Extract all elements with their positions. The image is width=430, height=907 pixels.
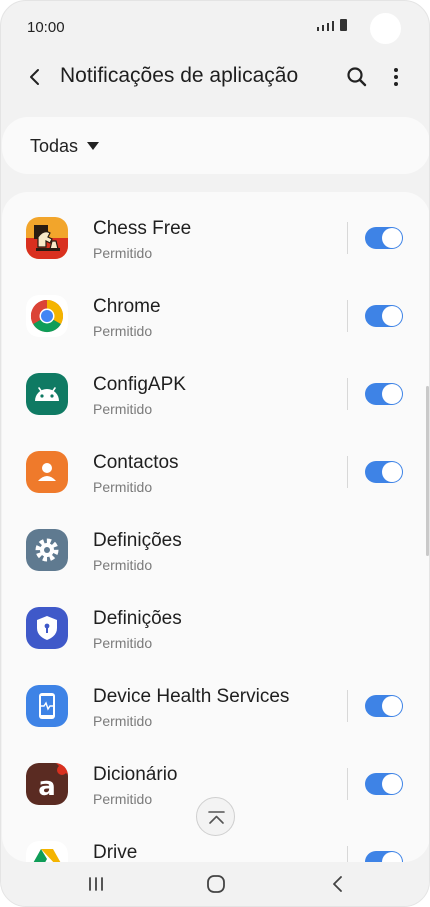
notification-toggle[interactable]	[365, 305, 403, 327]
app-bar: Notificações de aplicação	[1, 53, 429, 101]
app-list: Chess Free Permitido Chrome Permitido Co…	[2, 192, 429, 862]
notification-toggle[interactable]	[365, 851, 403, 862]
list-item[interactable]: Chrome Permitido	[2, 270, 429, 348]
app-name: Contactos	[93, 452, 179, 473]
contacts-icon	[26, 451, 68, 493]
page-title: Notificações de aplicação	[60, 64, 299, 87]
signal-bar	[322, 25, 324, 31]
device-health-icon	[26, 685, 68, 727]
android-icon	[26, 373, 68, 415]
list-item[interactable]: Definições Permitido	[2, 582, 429, 660]
app-status: Permitido	[93, 791, 153, 807]
app-status: Permitido	[93, 479, 153, 495]
app-status: Permitido	[93, 557, 153, 573]
signal-bar	[327, 23, 329, 31]
chrome-icon	[26, 295, 68, 337]
app-name: Dicionário	[93, 764, 178, 785]
signal-icon	[317, 27, 319, 31]
list-item[interactable]: Contactos Permitido	[2, 426, 429, 504]
divider	[347, 768, 348, 800]
toggle-knob	[382, 774, 402, 794]
app-status: Permitido	[93, 635, 153, 651]
app-status: Permitido	[93, 245, 153, 261]
settings-icon	[26, 529, 68, 571]
app-name: ConfigAPK	[93, 374, 186, 395]
toggle-knob	[382, 228, 402, 248]
home-button[interactable]	[205, 873, 227, 895]
search-icon	[347, 67, 367, 87]
toggle-knob	[382, 696, 402, 716]
recents-button[interactable]	[85, 873, 107, 895]
phone-screen: 10:00 Notificações de aplicação Todas Ch…	[0, 0, 430, 907]
divider	[347, 378, 348, 410]
divider	[347, 846, 348, 862]
divider	[347, 456, 348, 488]
app-name: Drive	[93, 842, 138, 862]
camera-cutout	[370, 13, 401, 44]
app-name: Chrome	[93, 296, 161, 317]
list-item[interactable]: Definições Permitido	[2, 504, 429, 582]
app-name: Definições	[93, 530, 182, 551]
notification-toggle[interactable]	[365, 383, 403, 405]
more-options-button[interactable]	[384, 63, 408, 91]
navigation-bar	[1, 862, 429, 906]
app-name: Chess Free	[93, 218, 192, 239]
dropdown-arrow-icon	[87, 142, 99, 150]
notification-toggle[interactable]	[365, 227, 403, 249]
signal-battery-icons	[317, 19, 347, 31]
nav-back-icon	[333, 876, 342, 892]
scroll-to-top-button[interactable]	[196, 797, 235, 836]
security-icon	[26, 607, 68, 649]
toggle-knob	[382, 852, 402, 862]
chess-icon	[26, 217, 68, 259]
chevron-up-icon	[208, 811, 225, 824]
scrollbar[interactable]	[426, 386, 429, 556]
notification-toggle[interactable]	[365, 695, 403, 717]
status-time: 10:00	[27, 19, 65, 36]
back-button[interactable]	[21, 63, 49, 91]
divider	[347, 222, 348, 254]
search-button[interactable]	[343, 63, 371, 91]
list-item[interactable]: Chess Free Permitido	[2, 192, 429, 270]
notification-toggle[interactable]	[365, 461, 403, 483]
dictionary-icon: a	[26, 763, 68, 805]
toggle-knob	[382, 384, 402, 404]
filter-label: Todas	[30, 136, 79, 156]
divider	[347, 300, 348, 332]
nav-back-button[interactable]	[327, 873, 349, 895]
toggle-knob	[382, 306, 402, 326]
back-arrow-icon	[30, 69, 39, 85]
app-name: Definições	[93, 608, 182, 629]
svg-text:a: a	[38, 772, 56, 802]
notification-toggle[interactable]	[365, 773, 403, 795]
app-name: Device Health Services	[93, 686, 290, 707]
toggle-knob	[382, 462, 402, 482]
more-vert-icon	[394, 68, 398, 86]
divider	[347, 690, 348, 722]
battery-icon	[340, 19, 347, 31]
home-icon	[207, 875, 225, 893]
app-status: Permitido	[93, 713, 153, 729]
filter-dropdown[interactable]: Todas	[2, 117, 429, 174]
list-item[interactable]: Device Health Services Permitido	[2, 660, 429, 738]
signal-bar	[332, 21, 334, 31]
list-item[interactable]: ConfigAPK Permitido	[2, 348, 429, 426]
status-bar: 10:00	[1, 1, 429, 53]
drive-icon	[26, 841, 68, 862]
app-status: Permitido	[93, 323, 153, 339]
recents-icon	[89, 877, 103, 891]
app-status: Permitido	[93, 401, 153, 417]
